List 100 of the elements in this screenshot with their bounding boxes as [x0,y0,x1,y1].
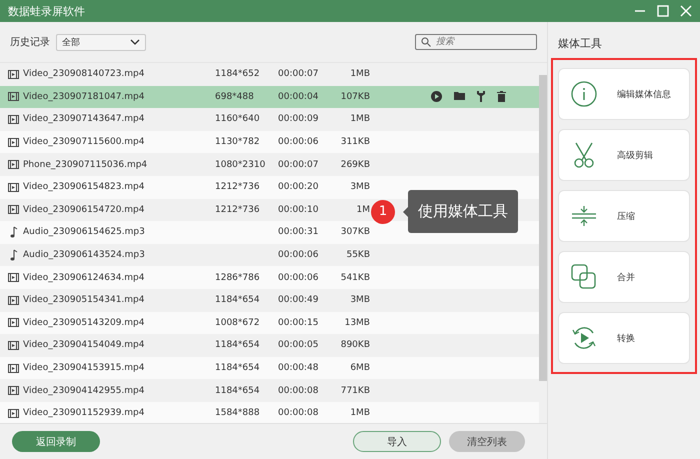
resolution: 1130*782 [215,137,261,148]
compress-icon [571,203,597,229]
file-name: Video_230907115600.mp4 [23,137,146,148]
file-name: Video_230907181047.mp4 [23,92,146,102]
resolution: 1184*654 [215,386,261,396]
info-icon [571,81,597,107]
video-file-icon [8,70,19,79]
music-note-icon [8,249,19,262]
close-icon[interactable] [680,5,692,17]
file-size: 541KB [340,272,370,283]
file-name: Video_230904142955.mp4 [23,386,146,396]
file-size: 1MB [349,114,370,124]
tooltip-arrow [403,206,408,216]
resolution: 1080*2310 [215,160,266,170]
duration: 00:00:05 [278,340,320,350]
window-title: 数据蛙录屏软件 [8,4,86,18]
resolution: 1184*654 [215,340,261,350]
video-file-icon [8,160,19,170]
play-icon[interactable] [431,91,442,102]
file-size: 6MB [349,363,370,374]
search-icon [421,37,431,47]
trash-icon[interactable] [497,91,506,102]
file-name: Video_230906154823.mp4 [23,182,146,192]
caret-icon [130,39,140,45]
resolution: 1184*654 [215,295,261,306]
file-size: 3MB [349,295,370,306]
resolution: 1286*786 [215,272,261,283]
wrench-icon[interactable] [477,91,485,102]
video-file-icon [8,364,19,373]
resolution: 1184*654 [215,363,261,374]
scrollbar[interactable] [539,75,547,381]
duration: 00:00:10 [278,204,320,215]
resolution: 1584*888 [215,408,261,418]
file-name: Audio_230906143524.mp3 [23,250,146,260]
duration: 00:00:09 [278,114,320,124]
tool-card[interactable]: 压缩 [558,190,690,242]
tool-card[interactable]: 合并 [558,251,690,303]
file-row[interactable]: Video_230907181047.mp4 698*488 00:00:04 107KB [0,86,540,108]
file-size: 269KB [340,160,370,170]
convert-icon [571,325,597,351]
duration: 00:00:49 [278,295,320,306]
file-size: 1MB [349,69,370,80]
file-size: 771KB [340,386,370,396]
video-file-icon [8,296,19,305]
file-name: Video_230905143209.mp4 [23,318,146,328]
back-to-recording-button[interactable]: 返回录制 [12,431,100,452]
file-name: Video_230906154720.mp4 [23,204,146,215]
file-size: 13MB [344,318,370,328]
duration: 00:00:06 [278,250,320,260]
tool-card[interactable]: 编辑媒体信息 [558,68,690,120]
maximize-icon[interactable] [656,5,668,17]
file-name: Video_230906124634.mp4 [23,272,146,283]
file-row[interactable]: Video_230907115600.mp4 1130*782 00:00:06 311KB [0,130,540,154]
file-row[interactable]: Video_230906124634.mp4 1286*786 00:00:06 541KB [0,266,540,289]
video-file-icon [8,182,19,192]
resolution: 1008*672 [215,318,261,328]
video-file-icon [8,205,19,214]
tool-card[interactable]: 高级剪辑 [558,129,690,181]
tooltip: 使用媒体工具 [408,190,518,233]
merge-icon [571,264,597,290]
file-size: 3MB [349,182,370,192]
file-name: Video_230904154049.mp4 [23,340,146,350]
video-file-icon [8,114,19,124]
file-name: Video_230907143647.mp4 [23,114,146,124]
file-name: Video_230904153915.mp4 [23,363,146,374]
panel-title: 媒体工具 [558,36,603,51]
duration: 00:00:04 [278,92,320,102]
file-name: Audio_230906154625.mp3 [23,227,146,238]
video-file-icon [8,408,19,418]
file-row[interactable]: Video_230904153915.mp4 1184*654 00:00:48 6MB [0,356,540,380]
resolution: 698*488 [215,92,255,102]
resolution: 1184*652 [215,69,261,80]
file-size: 890KB [340,340,370,350]
duration: 00:00:48 [278,363,320,374]
file-row[interactable]: Video_230905143209.mp4 1008*672 00:00:15 13MB [0,312,540,334]
file-size: 1M [356,204,370,215]
file-row[interactable]: Video_230901152939.mp4 1584*888 00:00:08 1MB [0,402,540,423]
filter-dropdown[interactable]: 全部 [56,34,146,50]
video-file-icon [8,386,19,396]
tool-card[interactable]: 转换 [558,312,690,364]
resolution: 1212*736 [215,204,261,215]
file-name: Phone_230907115036.mp4 [23,160,148,170]
file-size: 311KB [340,137,370,148]
video-file-icon [8,138,19,147]
clear-list-button[interactable]: 清空列表 [449,431,525,452]
duration: 00:00:07 [278,69,320,80]
file-size: 1MB [349,408,370,418]
search-field[interactable]: 搜索 [415,34,537,50]
file-size: 107KB [340,92,370,102]
duration: 00:00:08 [278,386,320,396]
folder-icon[interactable] [454,91,465,102]
resolution: 1212*736 [215,182,261,192]
resolution: 1160*640 [215,114,261,124]
video-file-icon [8,92,19,102]
duration: 00:00:08 [278,408,320,418]
file-size: 55KB [345,250,370,260]
video-file-icon [8,318,19,328]
import-button[interactable]: 导入 [353,431,441,452]
file-name: Video_230908140723.mp4 [23,69,146,80]
file-name: Video_230901152939.mp4 [23,408,146,418]
